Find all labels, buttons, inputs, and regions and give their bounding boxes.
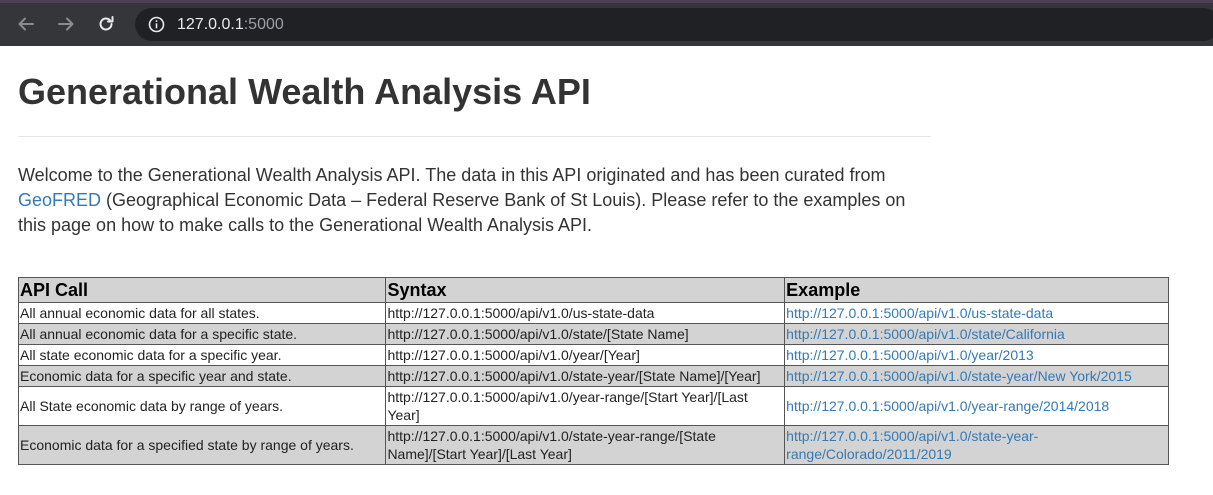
example-link[interactable]: http://127.0.0.1:5000/api/v1.0/state/Cal… [786, 326, 1065, 342]
title-divider [18, 136, 931, 137]
arrow-right-icon [56, 14, 76, 34]
example-link[interactable]: http://127.0.0.1:5000/api/v1.0/state-yea… [786, 368, 1132, 384]
url-host: 127.0.0.1 [177, 16, 244, 33]
table-row: All State economic data by range of year… [17, 386, 1169, 426]
forward-button[interactable] [54, 12, 78, 36]
syntax-cell: http://127.0.0.1:5000/api/v1.0/state-yea… [385, 365, 786, 387]
example-cell: http://127.0.0.1:5000/api/v1.0/year-rang… [784, 386, 1169, 426]
example-link[interactable]: http://127.0.0.1:5000/api/v1.0/year-rang… [786, 398, 1109, 414]
syntax-cell: http://127.0.0.1:5000/api/v1.0/year-rang… [385, 386, 786, 426]
api-call-cell: All State economic data by range of year… [17, 386, 387, 426]
table-row: All state economic data for a specific y… [17, 344, 1169, 366]
example-link[interactable]: http://127.0.0.1:5000/api/v1.0/state-yea… [786, 428, 1038, 462]
syntax-cell: http://127.0.0.1:5000/api/v1.0/us-state-… [385, 302, 786, 324]
example-link[interactable]: http://127.0.0.1:5000/api/v1.0/us-state-… [786, 305, 1053, 321]
table-row: All annual economic data for a specific … [17, 323, 1169, 345]
reload-button[interactable] [94, 12, 118, 36]
api-call-cell: Economic data for a specific year and st… [17, 365, 387, 387]
syntax-cell: http://127.0.0.1:5000/api/v1.0/year/[Yea… [385, 344, 786, 366]
api-call-cell: All annual economic data for all states. [17, 302, 387, 324]
api-table: API Call Syntax Example All annual econo… [17, 277, 1169, 465]
example-cell: http://127.0.0.1:5000/api/v1.0/state-yea… [784, 425, 1169, 465]
example-cell: http://127.0.0.1:5000/api/v1.0/year/2013 [784, 344, 1169, 366]
header-syntax: Syntax [385, 277, 786, 303]
example-cell: http://127.0.0.1:5000/api/v1.0/state-yea… [784, 365, 1169, 387]
table-row: All annual economic data for all states.… [17, 302, 1169, 324]
header-api-call: API Call [17, 277, 387, 303]
url-port: :5000 [243, 16, 284, 33]
back-button[interactable] [14, 12, 38, 36]
api-call-cell: All annual economic data for a specific … [17, 323, 387, 345]
reload-icon [96, 14, 116, 34]
table-row: Economic data for a specified state by r… [17, 425, 1169, 465]
example-cell: http://127.0.0.1:5000/api/v1.0/state/Cal… [784, 323, 1169, 345]
example-cell: http://127.0.0.1:5000/api/v1.0/us-state-… [784, 302, 1169, 324]
intro-text-start: Welcome to the Generational Wealth Analy… [18, 165, 886, 185]
table-header-row: API Call Syntax Example [17, 277, 1169, 303]
header-example: Example [784, 277, 1169, 303]
example-link[interactable]: http://127.0.0.1:5000/api/v1.0/year/2013 [786, 347, 1034, 363]
api-call-cell: All state economic data for a specific y… [17, 344, 387, 366]
syntax-cell: http://127.0.0.1:5000/api/v1.0/state-yea… [385, 425, 786, 465]
info-icon[interactable] [148, 16, 165, 33]
intro-text-end: (Geographical Economic Data – Federal Re… [18, 190, 906, 235]
url-text[interactable]: 127.0.0.1:5000 [177, 15, 284, 34]
table-row: Economic data for a specific year and st… [17, 365, 1169, 387]
syntax-cell: http://127.0.0.1:5000/api/v1.0/state/[St… [385, 323, 786, 345]
page-title: Generational Wealth Analysis API [18, 71, 591, 112]
address-bar[interactable]: 127.0.0.1:5000 [135, 8, 1213, 41]
browser-toolbar: 127.0.0.1:5000 [0, 0, 1213, 46]
arrow-left-icon [16, 14, 36, 34]
intro-paragraph: Welcome to the Generational Wealth Analy… [18, 163, 928, 238]
api-call-cell: Economic data for a specified state by r… [17, 425, 387, 465]
geofred-link[interactable]: GeoFRED [18, 190, 101, 210]
